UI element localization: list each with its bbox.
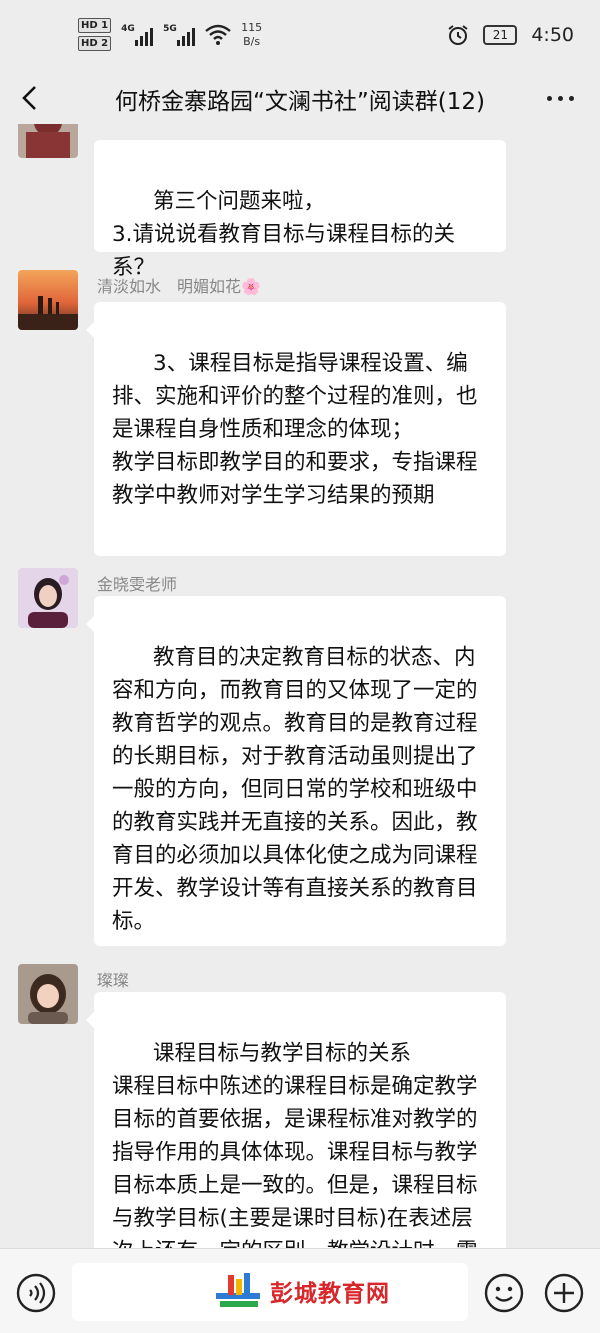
message-text: 教育目的决定教育目标的状态、内容和方向，而教育目的又体现了一定的教育哲学的观点。…	[112, 645, 478, 934]
more-dots-icon[interactable]	[547, 96, 574, 101]
emoji-icon[interactable]	[484, 1273, 524, 1313]
message-text: 第三个问题来啦， 3.请说说看教育目标与课程目标的关系？	[112, 189, 456, 280]
sender-name: 金晓雯老师	[97, 575, 178, 594]
signal-5g-icon: 5G	[163, 24, 196, 46]
message-list[interactable]: 第三个问题来啦， 3.请说说看教育目标与课程目标的关系？ 清淡如水 明媚如花🌸 …	[0, 124, 600, 1248]
hd1-badge: HD 1	[78, 18, 112, 33]
hd2-badge: HD 2	[78, 36, 112, 51]
signal-4g-icon: 4G	[121, 24, 154, 46]
sender-name: 璨璨	[97, 971, 130, 990]
plus-icon[interactable]	[544, 1273, 584, 1313]
input-bar: 彭城教育网	[0, 1248, 600, 1333]
speed-value: 115	[241, 20, 263, 34]
message-bubble[interactable]: 课程目标与教学目标的关系 课程目标中陈述的课程目标是确定教学目标的首要依据，是课…	[86, 992, 506, 1248]
message-text: 课程目标与教学目标的关系 课程目标中陈述的课程目标是确定教学目标的首要依据，是课…	[112, 1041, 478, 1248]
sender-name: 清淡如水 明媚如花🌸	[97, 277, 261, 296]
avatar[interactable]	[18, 270, 78, 330]
speed-unit: B/s	[243, 34, 261, 48]
watermark: 彭城教育网	[214, 1271, 390, 1311]
status-bar: HD 1 HD 2 4G 5G 115 B/s 21 4:50	[0, 0, 600, 72]
status-left: HD 1 HD 2 4G 5G 115 B/s	[78, 18, 262, 51]
chevron-left-icon[interactable]	[16, 84, 44, 112]
network-speed: 115 B/s	[241, 21, 262, 49]
message-text: 3、课程目标是指导课程设置、编排、实施和评价的整个过程的准则，也是课程自身性质和…	[112, 351, 478, 508]
chat-title: 何桥金寨路园“文澜书社”阅读群(12)	[114, 89, 486, 115]
avatar[interactable]	[18, 124, 78, 158]
battery-indicator: 21	[483, 25, 518, 45]
message-bubble[interactable]: 3、课程目标是指导课程设置、编排、实施和评价的整个过程的准则，也是课程自身性质和…	[86, 302, 506, 556]
voice-icon[interactable]	[16, 1273, 56, 1313]
hd-indicators: HD 1 HD 2	[78, 18, 112, 51]
avatar[interactable]	[18, 964, 78, 1024]
chat-header: 何桥金寨路园“文澜书社”阅读群(12)	[0, 72, 600, 124]
wifi-icon	[205, 24, 231, 45]
message-bubble[interactable]: 教育目的决定教育目标的状态、内容和方向，而教育目的又体现了一定的教育哲学的观点。…	[86, 596, 506, 946]
books-logo-icon	[216, 1273, 260, 1307]
alarm-icon	[448, 25, 468, 45]
status-right: 21 4:50	[447, 24, 574, 46]
message-input[interactable]: 彭城教育网	[72, 1263, 468, 1321]
watermark-text: 彭城教育网	[270, 1281, 390, 1307]
message-bubble[interactable]: 第三个问题来啦， 3.请说说看教育目标与课程目标的关系？	[94, 140, 506, 280]
avatar[interactable]	[18, 568, 78, 628]
clock: 4:50	[531, 24, 574, 46]
